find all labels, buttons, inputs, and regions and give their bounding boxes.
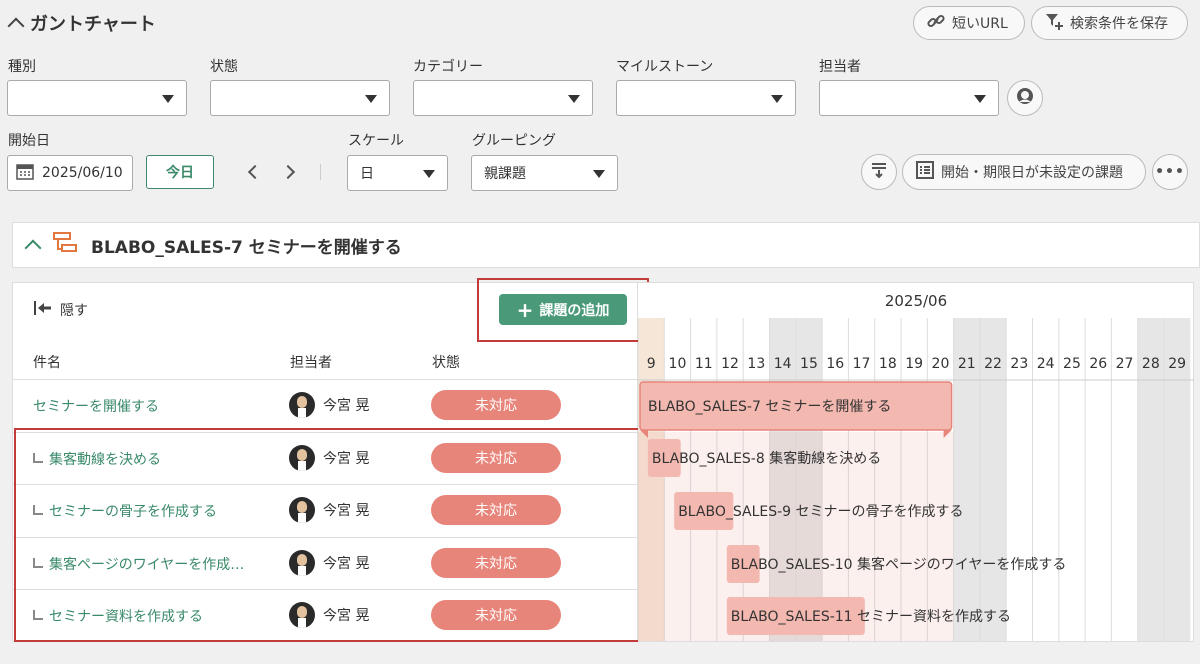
scale-label: スケール <box>348 133 404 149</box>
day-label: 12 <box>721 356 739 372</box>
today-button[interactable]: 今日 <box>146 155 214 189</box>
short-url-button[interactable]: 短いURL <box>913 6 1025 40</box>
save-search-button[interactable]: 検索条件を保存 <box>1031 6 1188 40</box>
day-label: 17 <box>853 356 871 372</box>
bar-label: BLABO_SALES-10 集客ページのワイヤーを作成する <box>731 556 1067 573</box>
filter-plus-icon <box>1044 11 1064 35</box>
parent-issue-header[interactable]: BLABO_SALES-7 セミナーを開催する <box>12 222 1200 268</box>
parent-issue-title: BLABO_SALES-7 セミナーを開催する <box>91 237 402 258</box>
type-label: 種別 <box>8 59 36 75</box>
col-status-header: 状態 <box>432 355 460 371</box>
grouping-value: 親課題 <box>484 166 526 182</box>
day-label: 20 <box>932 356 950 372</box>
start-date-value: 2025/06/10 <box>42 165 123 181</box>
grouping-label: グルーピング <box>472 133 556 149</box>
status-label: 状態 <box>210 59 238 75</box>
parent-issue-icon <box>53 231 77 259</box>
day-label: 23 <box>1010 356 1028 372</box>
page-title: ガントチャート <box>7 10 156 36</box>
hide-button[interactable]: 隠す <box>34 300 88 320</box>
prev-button[interactable] <box>246 164 263 180</box>
divider <box>320 164 321 180</box>
dropdown-arrow-icon <box>365 95 377 103</box>
list-icon <box>915 160 935 184</box>
bar-label: BLABO_SALES-11 セミナー資料を作成する <box>731 609 1011 625</box>
grouping-select[interactable]: 親課題 <box>471 155 618 191</box>
chevron-right-icon <box>280 164 296 180</box>
scale-value: 日 <box>360 166 374 182</box>
day-label: 22 <box>984 356 1002 372</box>
more-button[interactable]: ••• <box>1152 154 1188 190</box>
start-date-input[interactable]: 2025/06/10 <box>7 155 133 191</box>
day-label: 9 <box>647 356 656 372</box>
day-label: 16 <box>826 356 844 372</box>
scale-select[interactable]: 日 <box>347 155 448 191</box>
dropdown-arrow-icon <box>593 170 605 178</box>
day-label: 24 <box>1037 356 1055 372</box>
collapse-rows-icon <box>869 160 889 184</box>
day-label: 29 <box>1168 356 1186 372</box>
dropdown-arrow-icon <box>568 95 580 103</box>
user-icon <box>1015 86 1035 110</box>
day-label: 21 <box>958 356 976 372</box>
short-url-label: 短いURL <box>952 16 1008 32</box>
col-name-header: 件名 <box>33 355 61 371</box>
milestone-label: マイルストーン <box>616 59 714 75</box>
day-label: 27 <box>1116 356 1134 372</box>
collapse-icon[interactable] <box>7 17 25 35</box>
collapse-left-icon <box>34 301 52 319</box>
calendar-icon <box>16 162 34 184</box>
dropdown-arrow-icon <box>771 95 783 103</box>
day-label: 14 <box>774 356 792 372</box>
gantt-chart: 9 10 11 12 13 14 15 16 17 18 19 20 21 22 23 24 25 26 27 28 2… <box>638 318 1194 641</box>
collapse-icon[interactable] <box>24 239 42 257</box>
next-button[interactable] <box>280 164 298 180</box>
today-label: 今日 <box>166 165 194 181</box>
assignee-name: 今宮 晃 <box>323 398 370 414</box>
page-title-text: ガントチャート <box>30 14 156 35</box>
status-badge[interactable]: 未対応 <box>431 390 561 420</box>
assignee-select[interactable] <box>819 80 999 116</box>
dropdown-arrow-icon <box>162 95 174 103</box>
start-date-label: 開始日 <box>8 133 50 149</box>
day-label: 18 <box>879 356 897 372</box>
day-label: 11 <box>695 356 713 372</box>
category-label: カテゴリー <box>413 59 483 75</box>
issue-link[interactable]: セミナーを開催する <box>33 396 159 416</box>
unset-issues-button[interactable]: 開始・期限日が未設定の課題 <box>902 154 1146 190</box>
type-select[interactable] <box>7 80 187 116</box>
category-select[interactable] <box>413 80 593 116</box>
bar-label: BLABO_SALES-9 セミナーの骨子を作成する <box>678 504 963 520</box>
chevron-left-icon <box>247 164 263 180</box>
day-label: 28 <box>1142 356 1160 372</box>
day-label: 10 <box>669 356 687 372</box>
collapse-all-button[interactable] <box>861 154 897 190</box>
day-label: 19 <box>905 356 923 372</box>
day-label: 15 <box>800 356 818 372</box>
assignee-filter-label: 担当者 <box>819 59 861 75</box>
dropdown-arrow-icon <box>974 95 986 103</box>
day-label: 25 <box>1063 356 1081 372</box>
more-icon: ••• <box>1155 164 1185 180</box>
hide-label: 隠す <box>60 303 88 319</box>
col-assignee-header: 担当者 <box>290 355 332 371</box>
save-search-label: 検索条件を保存 <box>1070 16 1168 32</box>
dropdown-arrow-icon <box>423 170 435 178</box>
milestone-select[interactable] <box>616 80 796 116</box>
bar-label: BLABO_SALES-7 セミナーを開催する <box>648 399 891 415</box>
day-label: 13 <box>747 356 765 372</box>
subtask-highlight <box>14 428 640 642</box>
status-select[interactable] <box>210 80 390 116</box>
day-label: 26 <box>1089 356 1107 372</box>
timeline-month: 2025/06 <box>884 292 948 310</box>
avatar <box>289 392 315 418</box>
assign-to-me-button[interactable] <box>1007 80 1043 116</box>
table-row[interactable]: セミナーを開催する 今宮 晃 未対応 <box>13 379 637 431</box>
add-issue-highlight <box>477 278 649 342</box>
bar-label: BLABO_SALES-8 集客動線を決める <box>652 450 881 467</box>
unset-issues-label: 開始・期限日が未設定の課題 <box>941 165 1123 181</box>
link-icon <box>926 11 946 35</box>
